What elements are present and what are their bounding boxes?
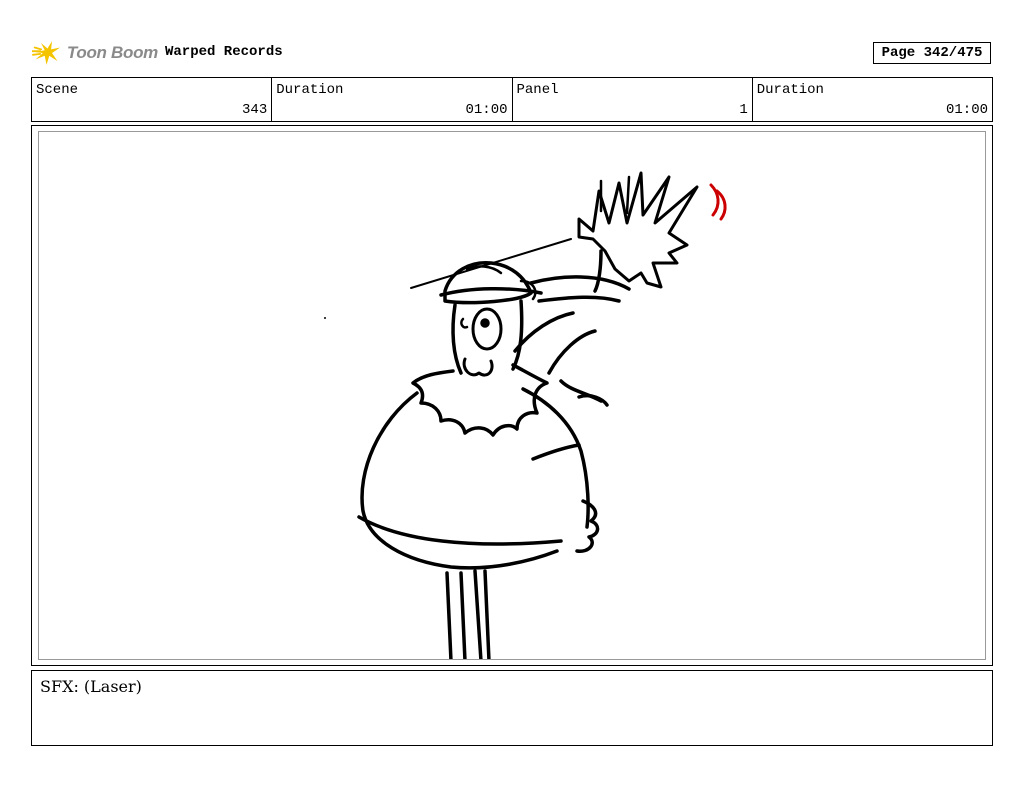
scene-duration-cell: Duration 01:00 (272, 78, 513, 121)
scene-cell: Scene 343 (32, 78, 273, 121)
panel-label: Panel (516, 82, 559, 98)
caption-box: SFX: (Laser) (31, 670, 993, 746)
page-indicator: Page 342/475 (873, 42, 991, 64)
toon-boom-star-icon (32, 41, 61, 65)
scene-info-row: Scene 343 Duration 01:00 Panel 1 Duratio… (31, 77, 993, 122)
toon-boom-logo: Toon Boom (32, 36, 158, 70)
scene-duration-label: Duration (276, 82, 344, 98)
panel-value: 1 (739, 102, 748, 118)
storyboard-panel (38, 131, 986, 660)
panel-duration-value: 01:00 (945, 102, 988, 118)
scene-label: Scene (36, 82, 79, 98)
logo-text: Toon Boom (66, 43, 158, 62)
scene-duration-value: 01:00 (465, 102, 508, 118)
caption-text: SFX: (Laser) (40, 677, 142, 696)
panel-sketch (324, 171, 727, 659)
project-title: Warped Records (165, 44, 283, 60)
panel-duration-label: Duration (756, 82, 824, 98)
panel-duration-cell: Duration 01:00 (753, 78, 992, 121)
panel-cell: Panel 1 (513, 78, 753, 121)
storyboard-panel-frame (31, 125, 993, 666)
scene-value: 343 (242, 102, 268, 118)
